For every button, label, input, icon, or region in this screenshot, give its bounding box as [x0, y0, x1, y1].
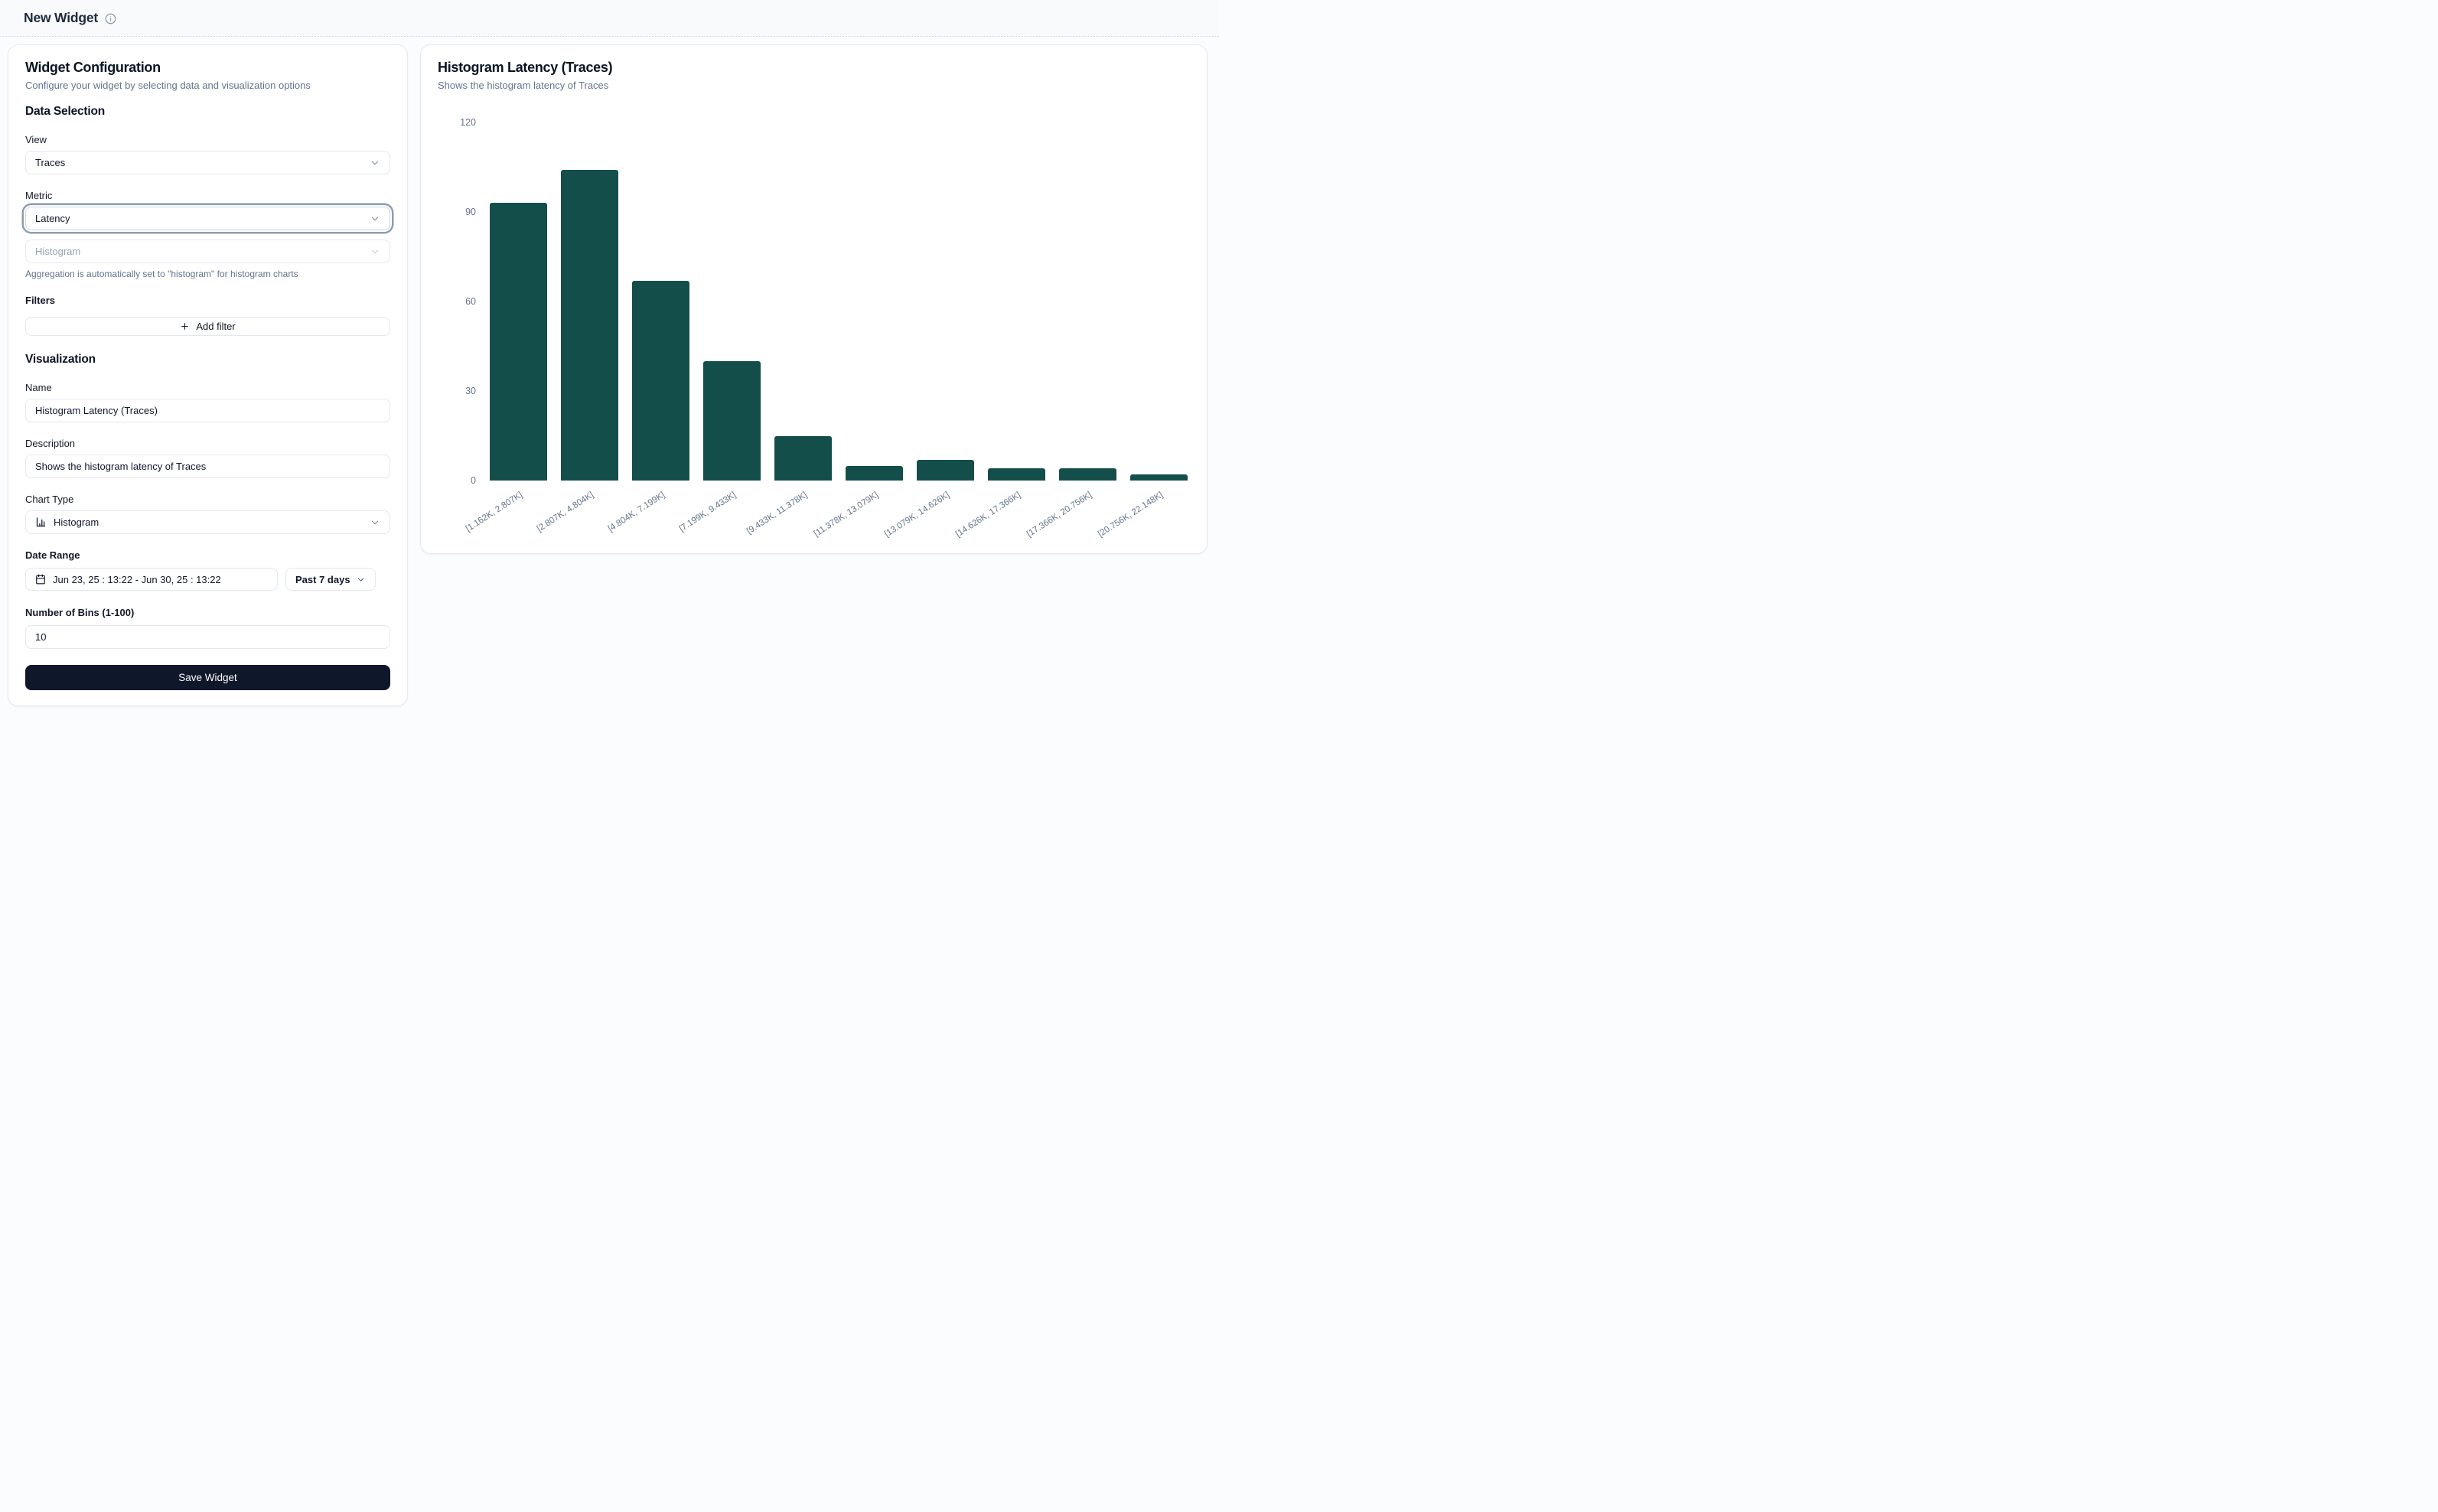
histogram-bar	[703, 361, 761, 481]
bins-input[interactable]	[25, 625, 390, 649]
y-axis-tick-label: 0	[438, 474, 476, 487]
section-heading-data-selection: Data Selection	[25, 105, 390, 119]
x-axis-tick-label: [17.366K, 20.756K]	[979, 490, 1094, 569]
histogram-bar	[490, 203, 547, 481]
aggregation-note: Aggregation is automatically set to "his…	[25, 269, 390, 279]
metric-select[interactable]: Latency	[25, 207, 390, 230]
date-range-label: Date Range	[25, 549, 390, 561]
plus-icon	[180, 321, 190, 331]
save-widget-button[interactable]: Save Widget	[25, 665, 390, 690]
date-range-row: Jun 23, 25 : 13:22 - Jun 30, 25 : 13:22 …	[25, 568, 390, 591]
filters-label: Filters	[25, 295, 390, 306]
view-label: View	[25, 134, 390, 145]
x-axis-tick-label: [11.378K, 13.079K]	[765, 490, 880, 569]
histogram-bar	[1130, 474, 1188, 481]
y-axis-tick-label: 60	[438, 295, 476, 308]
histogram-bar	[632, 281, 689, 481]
chart-plot: 0306090120[1.162K, 2.807K][2.807K, 4.804…	[438, 118, 1190, 546]
page-header: New Widget	[0, 0, 1219, 37]
aggregation-select: Histogram	[25, 240, 390, 263]
x-axis-tick-label: [4.804K, 7.199K]	[552, 490, 667, 569]
histogram-bar	[561, 170, 618, 481]
add-filter-label: Add filter	[196, 321, 235, 332]
x-axis-tick-label: [9.433K, 11.378K]	[694, 490, 809, 569]
date-range-button[interactable]: Jun 23, 25 : 13:22 - Jun 30, 25 : 13:22	[25, 568, 278, 591]
bins-label: Number of Bins (1-100)	[25, 607, 390, 618]
y-axis-tick-label: 30	[438, 385, 476, 397]
chevron-down-icon	[356, 575, 366, 585]
chevron-down-icon	[370, 517, 380, 528]
column-chart-icon	[35, 516, 47, 528]
x-axis-tick-label: [7.199K, 9.433K]	[623, 490, 738, 569]
name-label: Name	[25, 382, 390, 393]
section-heading-visualization: Visualization	[25, 353, 390, 367]
widget-configuration-panel: Widget Configuration Configure your widg…	[8, 44, 408, 706]
x-axis-tick-label: [13.079K, 14.626K]	[836, 490, 951, 569]
panel-subtitle: Configure your widget by selecting data …	[25, 80, 390, 91]
info-icon[interactable]	[105, 13, 116, 24]
chart-type-label: Chart Type	[25, 494, 390, 505]
chart-preview-panel: Histogram Latency (Traces) Shows the his…	[420, 44, 1208, 554]
calendar-icon	[35, 574, 46, 585]
date-range-value: Jun 23, 25 : 13:22 - Jun 30, 25 : 13:22	[53, 574, 221, 585]
description-label: Description	[25, 438, 390, 449]
histogram-bar	[846, 466, 903, 481]
chevron-down-icon	[370, 158, 380, 168]
view-select[interactable]: Traces	[25, 151, 390, 174]
histogram-bar	[774, 436, 832, 481]
date-preset-value: Past 7 days	[295, 574, 350, 585]
chart-type-select[interactable]: Histogram	[25, 510, 390, 534]
x-axis-tick-label: [2.807K, 4.804K]	[481, 490, 595, 569]
histogram-bar	[917, 460, 974, 481]
chart-subtitle: Shows the histogram latency of Traces	[438, 80, 1190, 91]
chart-type-value: Histogram	[54, 516, 370, 528]
description-input[interactable]	[25, 455, 390, 478]
metric-select-value: Latency	[35, 213, 370, 224]
name-input[interactable]	[25, 399, 390, 422]
aggregation-select-value: Histogram	[35, 246, 370, 257]
histogram-bar	[1059, 468, 1116, 481]
metric-label: Metric	[25, 190, 390, 201]
y-axis-tick-label: 120	[438, 116, 476, 129]
page-title: New Widget	[24, 10, 98, 26]
chart-title: Histogram Latency (Traces)	[438, 60, 1190, 76]
x-axis-tick-label: [20.756K, 22.148K]	[1050, 490, 1165, 569]
add-filter-button[interactable]: Add filter	[25, 317, 390, 336]
view-select-value: Traces	[35, 157, 370, 168]
x-axis-tick-label: [1.162K, 2.807K]	[409, 490, 524, 569]
y-axis-tick-label: 90	[438, 206, 476, 218]
chevron-down-icon	[370, 246, 380, 257]
histogram-bar	[988, 468, 1045, 481]
x-axis-tick-label: [14.626K, 17.366K]	[908, 490, 1022, 569]
date-preset-select[interactable]: Past 7 days	[285, 568, 376, 591]
chevron-down-icon	[370, 213, 380, 224]
panel-title: Widget Configuration	[25, 60, 390, 76]
